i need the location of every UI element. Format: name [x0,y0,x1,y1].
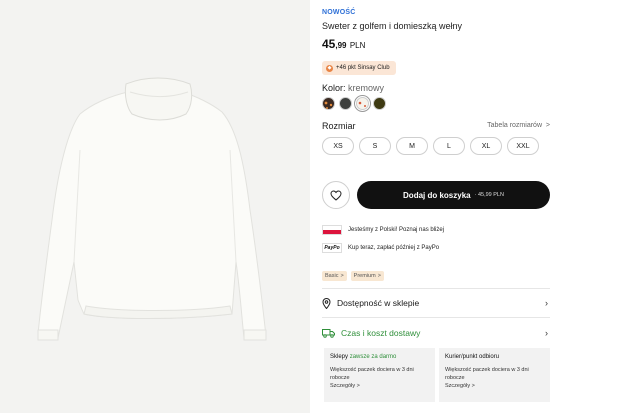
size-option-xs[interactable]: XS [322,137,354,155]
pattern-icon [324,101,333,109]
add-to-cart-label: Dodaj do koszyka [403,190,471,200]
tag-premium-label: Premium [353,273,376,279]
size-option-xl[interactable]: XL [470,137,502,155]
swatch-dark-grey[interactable] [339,97,352,110]
add-to-cart-button[interactable]: Dodaj do koszyka · 45,99 PLN [357,181,550,209]
paypo-logo: PayPo [322,243,342,253]
color-label-text: Kolor: [322,83,346,93]
wishlist-button[interactable] [322,181,350,209]
poland-flag-icon [322,225,342,235]
size-option-m[interactable]: M [396,137,428,155]
delivery-card-title: Kurier/punkt odbioru [445,353,544,362]
product-name: Sweter z golfem i domieszką wełny [322,21,463,31]
chevron-right-icon: › [545,298,548,308]
club-points-badge: ◆ +46 pkt Sinsay Club [322,61,396,75]
delivery-card-body: Większość paczek dociera w 3 dni robocze [330,366,414,381]
delivery-card-details-link[interactable]: Szczegóły > [445,383,544,391]
divider [322,288,550,289]
card-title-highlight: zawsze za darmo [349,354,397,360]
price-integer: 45 [322,37,336,51]
swatch-olive[interactable] [373,97,386,110]
add-to-cart-price: · 45,99 PLN [474,192,504,198]
club-icon: ◆ [326,64,333,72]
product-price: 45,99 PLN [322,37,365,51]
tag-premium[interactable]: Premium > [350,271,384,281]
card-title-text: Kurier/punkt odbioru [445,354,500,360]
size-option-xxl[interactable]: XXL [507,137,539,155]
heart-icon [330,189,342,201]
store-availability-link[interactable]: Dostępność w sklepie › [322,295,550,311]
poland-info-link[interactable]: Jesteśmy z Polski! Poznaj nas bliżej [322,225,444,235]
color-value: kremowy [348,83,385,93]
chevron-right-icon: › [545,328,548,338]
delivery-card-title: Sklepy zawsze za darmo [330,353,429,362]
sweater-illustration [37,77,267,341]
swatch-cream[interactable] [354,95,371,112]
size-table-text: Tabela rozmiarów [487,122,542,129]
color-swatches [322,95,386,112]
chevron-right-icon: > [377,273,381,279]
store-availability-label: Dostępność w sklepie [337,298,420,308]
size-table-link[interactable]: Tabela rozmiarów > [487,122,550,129]
price-decimal: ,99 [335,41,347,50]
swatch-brown-pattern[interactable] [322,97,335,110]
tags: Basic > Premium > [322,271,384,281]
chevron-right-icon: > [340,273,344,279]
delivery-card-courier: Kurier/punkt odbioru Większość paczek do… [439,348,550,402]
tag-basic-label: Basic [325,273,339,279]
delivery-card-body: Większość paczek dociera w 3 dni robocze [445,366,529,381]
price-currency: PLN [349,41,366,50]
new-badge: NOWOŚĆ [322,9,356,16]
location-pin-icon [322,297,331,309]
divider [322,317,550,318]
card-title-text: Sklepy [330,354,349,360]
product-image[interactable] [0,0,310,413]
size-options: XS S M L XL XXL [322,137,539,155]
size-label: Rozmiar [322,121,356,131]
color-label: Kolor: kremowy [322,83,384,93]
chevron-right-icon: > [543,122,550,129]
truck-icon [322,329,335,338]
paypo-info[interactable]: PayPo Kup teraz, zapłać później z PayPo [322,243,439,253]
delivery-card-details-link[interactable]: Szczegóły > [330,383,429,391]
delivery-label: Czas i koszt dostawy [341,328,421,338]
size-option-s[interactable]: S [359,137,391,155]
tag-basic[interactable]: Basic > [322,271,347,281]
pattern-icon [358,101,366,107]
delivery-card-stores: Sklepy zawsze za darmo Większość paczek … [324,348,435,402]
delivery-info-link[interactable]: Czas i koszt dostawy › [322,325,550,341]
size-option-l[interactable]: L [433,137,465,155]
poland-info-text: Jesteśmy z Polski! Poznaj nas bliżej [348,227,445,233]
club-points-text: +46 pkt Sinsay Club [336,65,390,71]
paypo-text: Kup teraz, zapłać później z PayPo [348,245,440,251]
